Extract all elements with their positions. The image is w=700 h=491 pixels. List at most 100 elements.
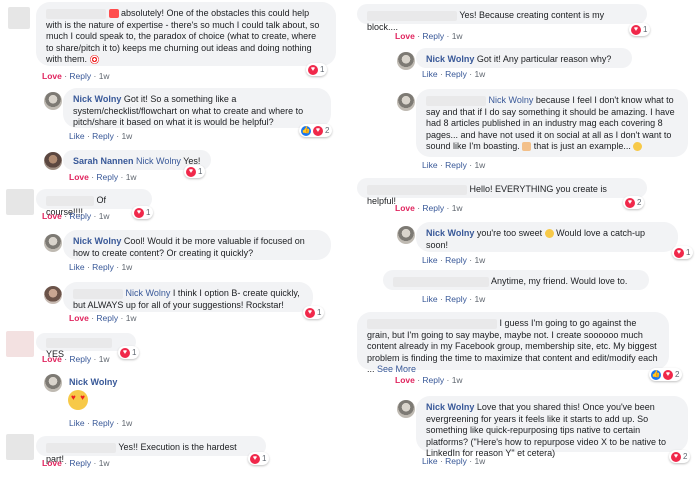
avatar[interactable] — [8, 7, 30, 29]
reply-link[interactable]: Reply — [445, 255, 467, 265]
timestamp[interactable]: 1w — [474, 294, 485, 304]
redacted-name — [46, 337, 112, 348]
avatar[interactable] — [44, 92, 62, 110]
mention-link[interactable]: Nick Wolny — [136, 156, 181, 166]
comment-actions: Love · Reply · 1w — [395, 31, 463, 41]
timestamp[interactable]: 1w — [126, 172, 137, 182]
like-action[interactable]: Like — [422, 294, 438, 304]
avatar[interactable] — [397, 400, 415, 418]
reply-link[interactable]: Reply — [69, 71, 91, 81]
reply-link[interactable]: Reply — [96, 313, 118, 323]
reply-link[interactable]: Reply — [422, 375, 444, 385]
redacted-name — [73, 288, 123, 299]
love-action[interactable]: Love — [42, 354, 62, 364]
author-name[interactable]: Nick Wolny — [426, 54, 474, 64]
avatar[interactable] — [6, 189, 34, 215]
heart-reaction-icon: ♥ — [186, 166, 196, 177]
timestamp[interactable]: 1w — [99, 71, 110, 81]
author-name[interactable]: Nick Wolny — [73, 94, 121, 104]
timestamp[interactable]: 1w — [121, 418, 132, 428]
comment-actions: Love · Reply · 1w — [42, 211, 110, 221]
timestamp[interactable]: 1w — [474, 160, 485, 170]
avatar[interactable] — [6, 331, 34, 357]
timestamp[interactable]: 1w — [452, 203, 463, 213]
reaction-count[interactable]: 👍 ♥ 2 — [649, 368, 683, 381]
reply-link[interactable]: Reply — [96, 172, 118, 182]
reaction-count[interactable]: ♥ 2 — [623, 196, 645, 209]
reply-link[interactable]: Reply — [445, 294, 467, 304]
timestamp[interactable]: 1w — [474, 456, 485, 466]
reaction-count[interactable]: 👍 ♥ 2 — [299, 124, 333, 137]
like-action[interactable]: Like — [69, 418, 85, 428]
reply-link[interactable]: Reply — [445, 456, 467, 466]
author-name[interactable]: Nick Wolny — [69, 377, 117, 387]
reply-link[interactable]: Reply — [445, 160, 467, 170]
timestamp[interactable]: 1w — [126, 313, 137, 323]
reaction-count[interactable]: ♥ 1 — [672, 246, 694, 259]
avatar[interactable] — [397, 226, 415, 244]
comment-bubble: I guess I'm going to go against the grai… — [357, 312, 669, 374]
timestamp[interactable]: 1w — [452, 31, 463, 41]
reply-link[interactable]: Reply — [69, 354, 91, 364]
love-action[interactable]: Love — [395, 203, 415, 213]
like-action[interactable]: Like — [69, 131, 85, 141]
reply-link[interactable]: Reply — [422, 203, 444, 213]
avatar[interactable] — [44, 234, 62, 252]
reaction-count[interactable]: ♥ 1 — [248, 452, 270, 465]
avatar[interactable] — [44, 152, 62, 170]
timestamp[interactable]: 1w — [121, 262, 132, 272]
avatar[interactable] — [6, 434, 34, 460]
comment-bubble: Yes!! Execution is the hardest part! — [36, 436, 266, 464]
love-action[interactable]: Love — [42, 71, 62, 81]
timestamp[interactable]: 1w — [99, 354, 110, 364]
timestamp[interactable]: 1w — [99, 458, 110, 468]
love-action[interactable]: Love — [42, 211, 62, 221]
reply-link[interactable]: Reply — [92, 262, 114, 272]
reply-link[interactable]: Reply — [69, 458, 91, 468]
reply-link[interactable]: Reply — [445, 69, 467, 79]
love-action[interactable]: Love — [395, 375, 415, 385]
author-name[interactable]: Nick Wolny — [426, 402, 474, 412]
avatar[interactable] — [44, 286, 62, 304]
mention-link[interactable]: Nick Wolny — [126, 288, 171, 298]
timestamp[interactable]: 1w — [121, 131, 132, 141]
timestamp[interactable]: 1w — [452, 375, 463, 385]
author-name[interactable]: Nick Wolny — [426, 228, 474, 238]
timestamp[interactable]: 1w — [474, 255, 485, 265]
reply-link[interactable]: Reply — [422, 31, 444, 41]
love-action[interactable]: Love — [69, 313, 89, 323]
author-name[interactable]: Nick Wolny — [73, 236, 121, 246]
love-action[interactable]: Love — [69, 172, 89, 182]
comment-actions: Like · Reply · 1w — [422, 160, 486, 170]
reaction-count[interactable]: ♥ 1 — [132, 206, 154, 219]
reaction-count[interactable]: ♥ 1 — [306, 63, 328, 76]
avatar[interactable] — [397, 93, 415, 111]
reply-link[interactable]: Reply — [69, 211, 91, 221]
reaction-count[interactable]: ♥ 1 — [629, 23, 651, 36]
love-action[interactable]: Love — [395, 31, 415, 41]
reply-link[interactable]: Reply — [92, 131, 114, 141]
comment-actions: Love · Reply · 1w — [395, 203, 463, 213]
like-action[interactable]: Like — [69, 262, 85, 272]
reaction-count[interactable]: ♥ 1 — [118, 346, 140, 359]
redacted-name — [46, 195, 94, 206]
reply-link[interactable]: Reply — [92, 418, 114, 428]
pointing-hand-emoji-icon — [522, 142, 532, 152]
avatar[interactable] — [397, 52, 415, 70]
see-more-link[interactable]: See More — [377, 364, 416, 374]
mention-link[interactable]: Nick Wolny — [489, 95, 534, 105]
like-action[interactable]: Like — [422, 456, 438, 466]
reaction-count[interactable]: ♥ 2 — [669, 450, 691, 463]
author-name[interactable]: Sarah Nannen — [73, 156, 134, 166]
reaction-count[interactable]: ♥ 1 — [184, 165, 206, 178]
reaction-count[interactable]: ♥ 1 — [303, 306, 325, 319]
like-action[interactable]: Like — [422, 69, 438, 79]
like-action[interactable]: Like — [422, 255, 438, 265]
timestamp[interactable]: 1w — [474, 69, 485, 79]
like-action[interactable]: Like — [422, 160, 438, 170]
love-action[interactable]: Love — [42, 458, 62, 468]
comment-actions: Like · Reply · 1w — [422, 456, 486, 466]
avatar[interactable] — [44, 374, 62, 392]
timestamp[interactable]: 1w — [99, 211, 110, 221]
redacted-name — [367, 184, 467, 195]
